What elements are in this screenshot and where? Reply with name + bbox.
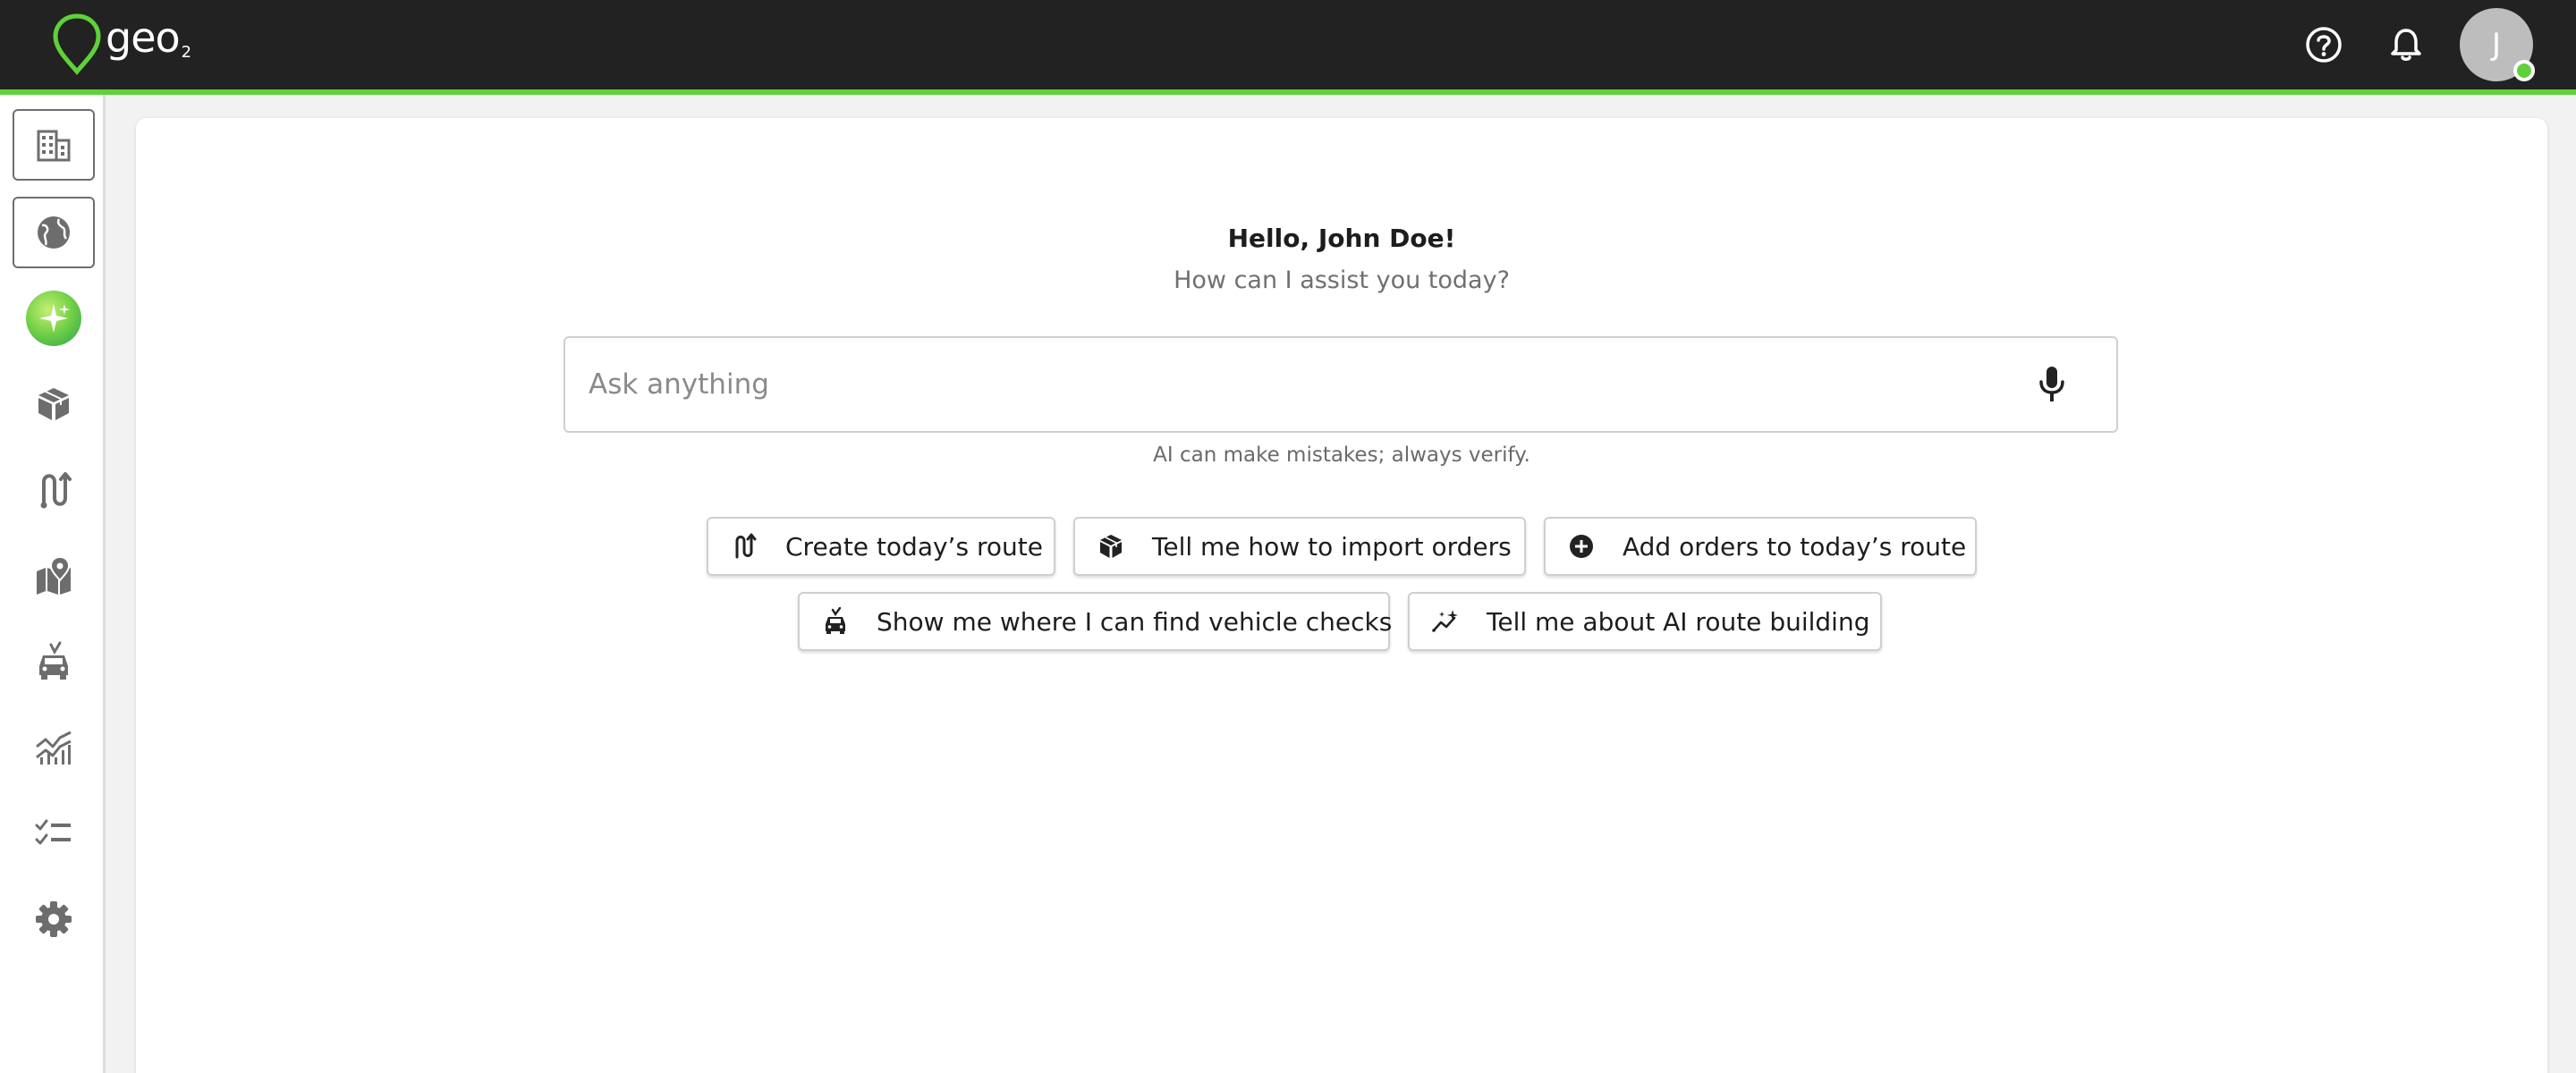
sidebar-item-analytics[interactable] [13,712,95,783]
chip-label: Tell me about AI route building [1487,606,1870,637]
logo-text: geo [106,13,181,62]
voice-input-button[interactable] [2025,358,2079,411]
sidebar-nav [0,95,106,1073]
suggestion-add-orders[interactable]: Add orders to today’s route [1544,517,1977,576]
globe-icon [38,216,70,249]
online-status-dot [2513,60,2535,81]
analytics-icon [36,731,72,765]
suggestion-ai-route-building[interactable]: Tell me about AI route building [1408,592,1882,651]
bell-icon [2391,29,2421,61]
ai-orb [26,291,81,346]
sidebar-item-ai-assistant[interactable] [13,283,95,354]
geo-logo[interactable]: geo 2 [52,13,191,75]
suggestion-import-orders[interactable]: Tell me how to import orders [1073,517,1526,576]
chip-label: Create today’s route [785,531,1043,562]
gear-icon [36,901,72,937]
vehicle-icon [39,641,68,680]
microphone-icon [2039,367,2064,401]
ask-input[interactable] [565,338,2025,431]
sidebar-item-globe[interactable] [13,197,95,268]
user-avatar[interactable]: J [2460,8,2535,81]
vehicle-check-icon [826,607,845,634]
building-icon [37,130,71,162]
checklist-icon [35,819,71,845]
sidebar-item-organization[interactable] [13,109,95,181]
chip-label: Tell me how to import orders [1152,531,1512,562]
avatar-initial: J [2491,27,2502,63]
map-pin-icon [37,555,71,595]
top-actions: J [2295,8,2535,81]
package-icon [38,388,69,420]
route-icon [735,533,757,559]
package-icon [1100,535,1122,558]
help-icon [2306,27,2342,63]
ai-route-icon [1432,610,1458,632]
top-bar: geo 2 J [0,0,2576,95]
sidebar-item-checklists[interactable] [13,798,95,869]
sidebar-item-vehicles[interactable] [13,626,95,697]
chip-label: Add orders to today’s route [1623,531,1967,562]
sidebar-item-settings[interactable] [13,883,95,955]
help-button[interactable] [2295,16,2352,73]
location-pin-logo-icon [53,13,101,75]
sidebar-item-map[interactable] [13,540,95,612]
assistant-card: Hello, John Doe! How can I assist you to… [136,118,2547,1073]
chip-label: Show me where I can find vehicle checks [877,606,1393,637]
greeting-heading: Hello, John Doe! [1227,224,1456,253]
route-icon [40,472,72,509]
logo-subscript: 2 [181,43,192,62]
suggestion-create-route[interactable]: Create today’s route [707,517,1055,576]
sidebar-item-routes[interactable] [13,454,95,526]
ask-box [564,336,2118,433]
add-circle-icon [1570,535,1593,558]
suggestion-vehicle-checks[interactable]: Show me where I can find vehicle checks [798,592,1393,651]
ai-disclaimer: AI can make mistakes; always verify. [1153,444,1530,467]
notifications-button[interactable] [2377,16,2435,73]
sidebar-item-orders[interactable] [13,368,95,440]
greeting-subtitle: How can I assist you today? [1174,266,1510,294]
ai-sparkle-icon [39,304,70,333]
